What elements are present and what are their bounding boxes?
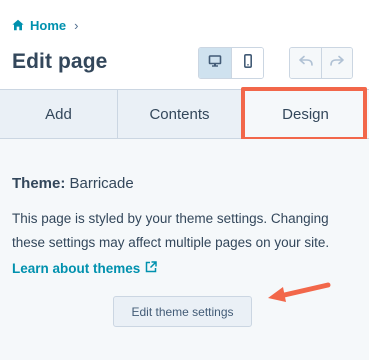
undo-button[interactable] [290,48,321,78]
mobile-preview-button[interactable] [231,48,263,78]
desktop-preview-button[interactable] [199,48,231,78]
theme-info: Theme: Barricade [12,175,134,192]
theme-name: Barricade [69,175,134,192]
redo-button[interactable] [321,48,352,78]
desktop-icon [208,54,222,73]
breadcrumb-home-link[interactable]: Home [30,18,66,33]
annotation-arrow-icon [268,282,331,302]
device-preview-toggle [198,47,264,79]
history-controls [289,47,353,79]
theme-description: This page is styled by your theme settin… [12,211,330,250]
theme-label: Theme: [12,175,66,192]
design-panel: Theme: Barricade This page is styled by … [0,139,369,360]
tab-design[interactable]: Design [242,90,369,138]
breadcrumb[interactable]: Home › [12,16,78,34]
learn-about-themes-link[interactable]: Learn about themes [12,257,158,279]
editor-header: Home › Edit page [0,0,369,90]
edit-theme-settings-button[interactable]: Edit theme settings [113,296,252,327]
external-link-icon [145,260,158,276]
learn-link-text[interactable]: Learn about themes [12,261,140,276]
undo-icon [298,54,314,72]
home-icon [12,19,24,31]
page-title: Edit page [12,50,108,73]
mobile-icon [242,53,254,73]
tab-contents[interactable]: Contents [118,90,242,138]
redo-icon [329,54,345,72]
sidebar-tabs: Add Contents Design [0,89,369,139]
chevron-right-icon: › [74,17,79,33]
tab-add[interactable]: Add [0,90,118,138]
